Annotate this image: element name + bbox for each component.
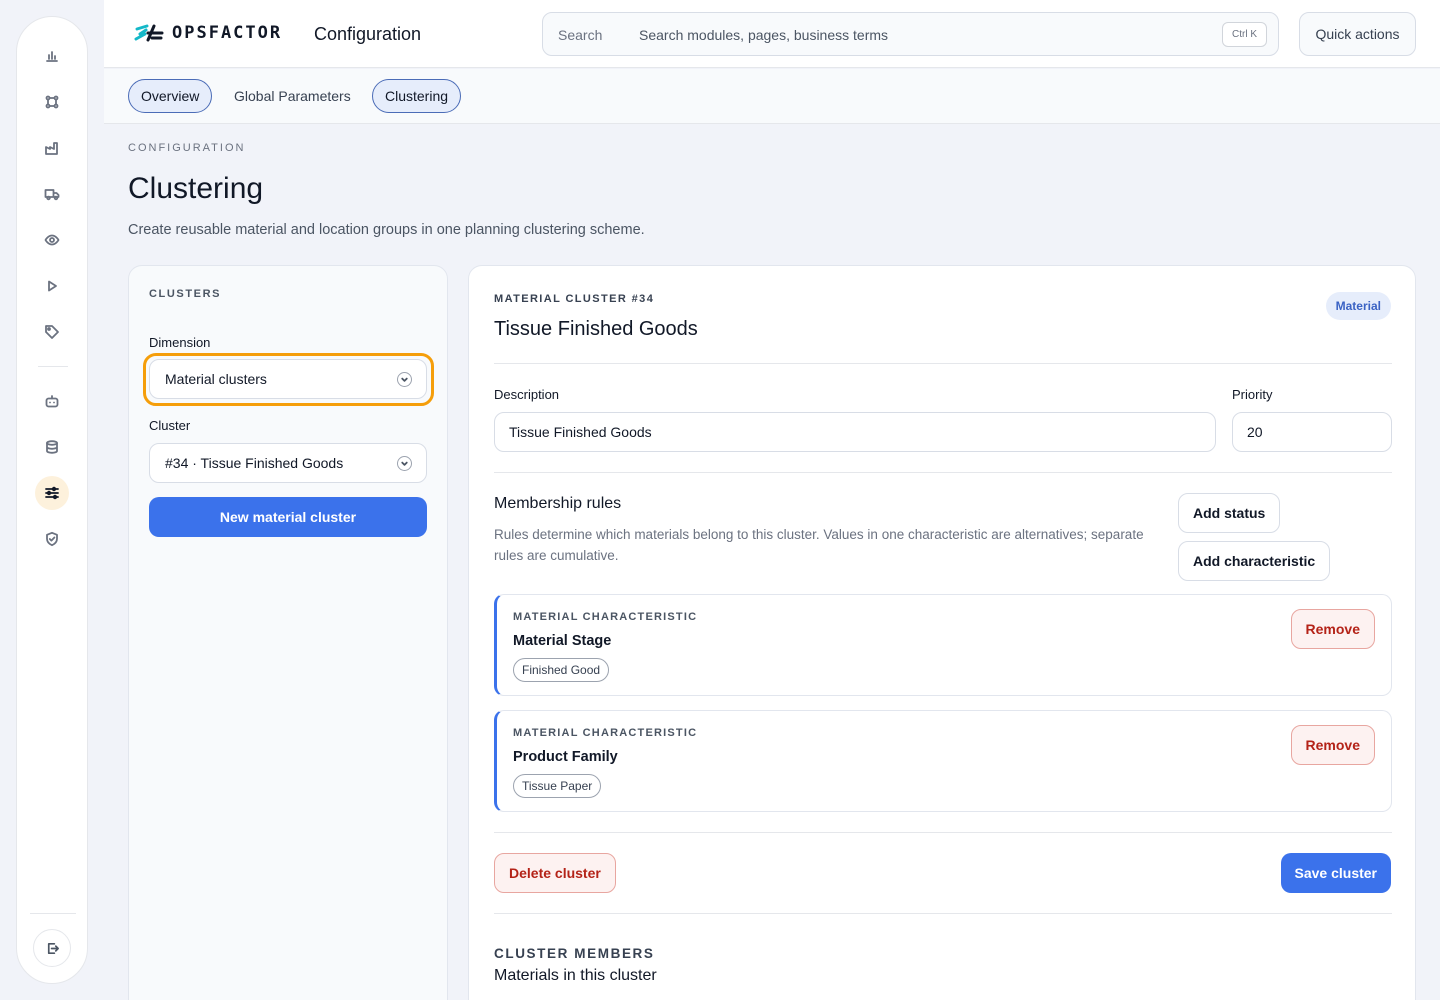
rail-divider [30, 913, 76, 914]
delete-cluster-button[interactable]: Delete cluster [494, 853, 616, 893]
dimension-label: Dimension [149, 335, 211, 350]
cluster-members-heading: CLUSTER MEMBERS [494, 946, 655, 961]
rule-name: Material Stage [513, 633, 612, 649]
brand-name: OPSFACTOR [172, 23, 283, 43]
tab-global-parameters[interactable]: Global Parameters [222, 79, 363, 113]
database-icon[interactable] [35, 430, 69, 464]
network-icon[interactable] [35, 85, 69, 119]
cluster-detail-panel: MATERIAL CLUSTER #34 Tissue Finished Goo… [468, 265, 1416, 1000]
rule-card: MATERIAL CHARACTERISTIC Material Stage F… [494, 594, 1392, 696]
membership-rules-description: Rules determine which materials belong t… [494, 527, 1144, 563]
logout-button[interactable] [33, 929, 71, 967]
app-title: Configuration [314, 24, 422, 44]
cluster-value: #34 · Tissue Finished Goods [165, 455, 344, 471]
opsfactor-logo-icon [134, 24, 164, 42]
sidebar-rail [16, 16, 88, 984]
bar-chart-icon[interactable] [35, 39, 69, 73]
rule-value-chip: Finished Good [513, 658, 610, 682]
search-label: Search [558, 27, 603, 43]
chevron-down-icon [397, 456, 412, 471]
page-eyebrow: CONFIGURATION [128, 142, 246, 154]
global-search[interactable]: Search Ctrl K [542, 12, 1279, 56]
tab-overview[interactable]: Overview [128, 79, 213, 113]
priority-field[interactable] [1232, 412, 1392, 452]
logout-icon [47, 942, 59, 954]
add-status-button[interactable]: Add status [1178, 493, 1281, 533]
clusters-panel: CLUSTERS Dimension Material clusters Clu… [128, 265, 448, 1000]
rule-card: MATERIAL CHARACTERISTIC Product Family T… [494, 710, 1392, 812]
tab-bar: Overview Global Parameters Clustering [104, 69, 1440, 124]
dimension-value: Material clusters [165, 371, 267, 387]
dimension-badge: Material [1325, 292, 1391, 320]
chevron-down-icon [397, 372, 412, 387]
cluster-title: Tissue Finished Goods [494, 318, 698, 340]
membership-rules-title: Membership rules [494, 495, 622, 512]
description-label: Description [494, 387, 560, 402]
divider [494, 913, 1392, 914]
search-input[interactable] [639, 24, 1199, 46]
remove-rule-button[interactable]: Remove [1290, 725, 1375, 765]
shield-check-icon[interactable] [35, 522, 69, 556]
sliders-icon[interactable] [35, 476, 69, 510]
page-subtitle: Create reusable material and location gr… [128, 222, 645, 238]
remove-rule-button[interactable]: Remove [1290, 609, 1375, 649]
divider [494, 472, 1392, 473]
clusters-heading: CLUSTERS [149, 288, 222, 300]
rail-divider [38, 366, 68, 367]
play-icon[interactable] [35, 269, 69, 303]
cluster-select[interactable]: #34 · Tissue Finished Goods [149, 443, 427, 483]
factory-icon[interactable] [35, 131, 69, 165]
rule-type: MATERIAL CHARACTERISTIC [513, 727, 698, 739]
divider [494, 832, 1392, 833]
cluster-label: Cluster [149, 418, 191, 433]
brand-logo[interactable]: OPSFACTOR [134, 22, 282, 44]
top-header: OPSFACTOR Configuration Search Ctrl K Qu… [104, 0, 1440, 68]
save-cluster-button[interactable]: Save cluster [1280, 853, 1391, 893]
search-shortcut-badge: Ctrl K [1222, 22, 1267, 47]
cluster-id-eyebrow: MATERIAL CLUSTER #34 [494, 293, 655, 305]
tab-clustering[interactable]: Clustering [372, 79, 462, 113]
rule-value-chip: Tissue Paper [513, 774, 602, 798]
description-field[interactable] [494, 412, 1216, 452]
truck-icon[interactable] [35, 177, 69, 211]
eye-icon[interactable] [35, 223, 69, 257]
priority-label: Priority [1232, 387, 1273, 402]
tag-icon[interactable] [35, 315, 69, 349]
robot-icon[interactable] [35, 384, 69, 418]
rule-name: Product Family [513, 749, 618, 765]
cluster-members-subtitle: Materials in this cluster [494, 967, 657, 984]
page-title: Clustering [128, 172, 264, 205]
new-material-cluster-button[interactable]: New material cluster [149, 497, 427, 537]
add-characteristic-button[interactable]: Add characteristic [1178, 541, 1331, 581]
quick-actions-button[interactable]: Quick actions [1299, 12, 1416, 56]
divider [494, 363, 1392, 364]
rule-type: MATERIAL CHARACTERISTIC [513, 611, 698, 623]
dimension-select[interactable]: Material clusters [149, 359, 427, 399]
